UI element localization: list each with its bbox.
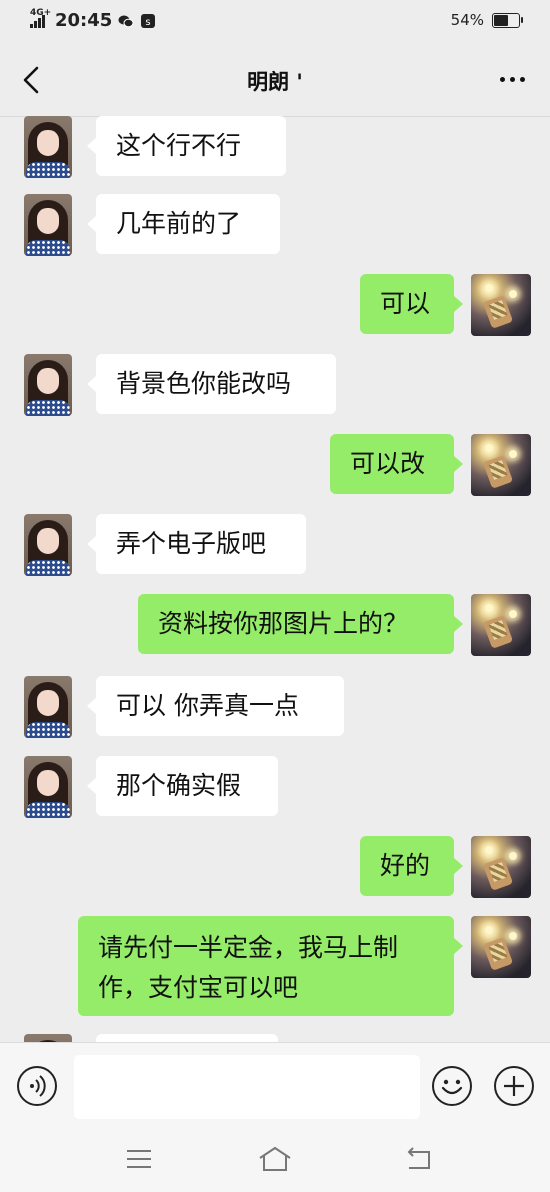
home-icon[interactable] <box>258 1146 292 1172</box>
my-avatar[interactable] <box>471 594 531 656</box>
emoji-icon[interactable] <box>432 1066 472 1106</box>
voice-icon[interactable] <box>17 1066 57 1106</box>
battery-percent: 54% <box>450 11 484 29</box>
sent-message-bubble[interactable]: 资料按你那图片上的？ <box>138 594 463 654</box>
message-list[interactable]: 这个行不行几年前的了可以 背景色你能改吗可以改 弄个电子版吧资料按你那图片上的？ 可以… <box>0 116 550 1042</box>
signal-icon: 4G+ <box>30 8 51 28</box>
sent-message-bubble[interactable]: 可以改 <box>330 434 463 494</box>
received-message-bubble[interactable]: 这个行不行 <box>87 116 286 176</box>
back-icon[interactable] <box>404 1146 434 1172</box>
clock: 20:45 <box>55 10 113 31</box>
wechat-notification-icon <box>118 15 134 27</box>
input-bar <box>0 1042 550 1127</box>
sent-message-bubble[interactable]: 可以 <box>360 274 463 334</box>
plus-icon[interactable] <box>494 1066 534 1106</box>
contact-avatar[interactable] <box>24 116 72 178</box>
more-options-icon[interactable] <box>494 64 530 94</box>
contact-avatar[interactable] <box>24 756 72 818</box>
sent-message-bubble[interactable]: 请先付一半定金，我马上制作，支付宝可以吧 <box>78 916 463 1016</box>
chat-header: 明朗 ' <box>0 42 550 117</box>
received-message-bubble[interactable]: 弄个电子版吧 <box>87 514 306 574</box>
contact-avatar[interactable] <box>24 194 72 256</box>
my-avatar[interactable] <box>471 916 531 978</box>
received-message-bubble[interactable]: 可以 你弄真一点 <box>87 676 344 736</box>
chat-title: 明朗 ' <box>247 70 303 94</box>
received-message-bubble[interactable]: 几年前的了 <box>87 194 280 254</box>
my-avatar[interactable] <box>471 274 531 336</box>
app-notification-icon: s <box>141 13 156 28</box>
contact-avatar[interactable] <box>24 676 72 738</box>
menu-icon[interactable] <box>124 1146 154 1172</box>
status-left: 4G+ 20:45 s <box>30 8 156 31</box>
status-bar: 4G+ 20:45 s 54% <box>0 0 550 42</box>
received-message-bubble[interactable] <box>96 1034 278 1042</box>
contact-avatar[interactable] <box>24 354 72 416</box>
system-navigation-bar <box>0 1126 550 1192</box>
received-message-bubble[interactable]: 背景色你能改吗 <box>87 354 336 414</box>
contact-avatar[interactable] <box>24 1034 72 1042</box>
battery-icon <box>492 12 523 28</box>
svg-text:s: s <box>146 17 151 28</box>
status-right: 54% <box>450 11 523 29</box>
message-input[interactable] <box>74 1055 420 1119</box>
received-message-bubble[interactable]: 那个确实假 <box>87 756 278 816</box>
my-avatar[interactable] <box>471 836 531 898</box>
my-avatar[interactable] <box>471 434 531 496</box>
network-type: 4G+ <box>30 7 52 18</box>
sent-message-bubble[interactable]: 好的 <box>360 836 463 896</box>
contact-avatar[interactable] <box>24 514 72 576</box>
